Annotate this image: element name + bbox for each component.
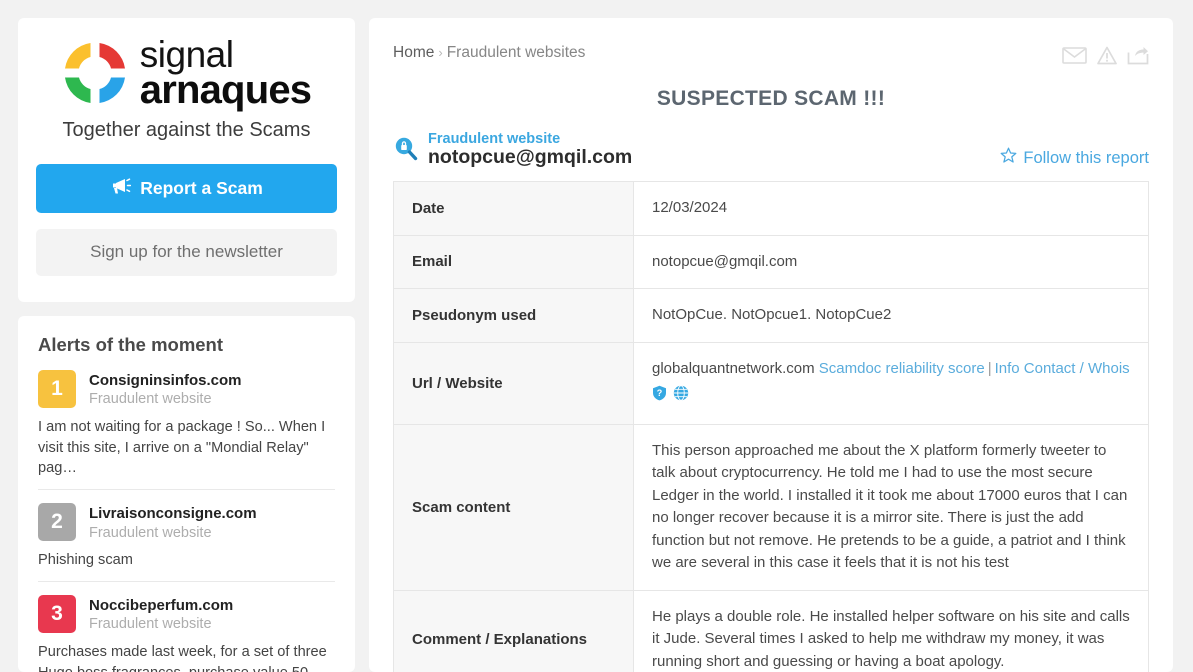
sidebar: signal arnaques Together against the Sca… bbox=[18, 18, 355, 672]
alert-kind-label: Fraudulent website bbox=[89, 391, 212, 408]
alert-site-name: Livraisonconsigne.com bbox=[89, 505, 257, 523]
page-title: SUSPECTED SCAM !!! bbox=[656, 87, 886, 110]
table-row: Date 12/03/2024 bbox=[393, 181, 1149, 236]
newsletter-signup-button[interactable]: Sign up for the newsletter bbox=[36, 228, 337, 276]
breadcrumb: Home › Fraudulent websites bbox=[393, 44, 585, 62]
alerts-title: Alerts of the moment bbox=[38, 333, 224, 355]
table-row: Comment / Explanations He plays a double… bbox=[393, 590, 1149, 672]
globe-icon[interactable] bbox=[673, 385, 689, 409]
website-domain: globalquantnetwork.com bbox=[652, 359, 815, 377]
share-icon[interactable] bbox=[1127, 46, 1149, 65]
signal-arnaques-logo-icon bbox=[62, 40, 128, 106]
report-email-title: notopcue@gmqil.com bbox=[428, 146, 633, 169]
alert-site-name: Noccibeperfum.com bbox=[89, 596, 234, 614]
alert-rank-badge: 2 bbox=[38, 503, 76, 542]
svg-text:?: ? bbox=[657, 388, 663, 398]
follow-report-button[interactable]: Follow this report bbox=[1000, 147, 1149, 169]
url-badge-icons: ? bbox=[652, 385, 1132, 409]
brand-logo: signal arnaques bbox=[36, 34, 337, 113]
star-icon bbox=[1000, 147, 1017, 169]
alert-list-item[interactable]: 1 Consigninsinfos.com Fraudulent website… bbox=[38, 369, 335, 489]
table-value-comment: He plays a double role. He installed hel… bbox=[652, 607, 1130, 670]
alert-description: Purchases made last week, for a set of t… bbox=[38, 643, 327, 672]
info-contact-whois-link[interactable]: Info Contact / Whois bbox=[995, 360, 1130, 377]
main-top-row: Home › Fraudulent websites bbox=[393, 44, 1149, 65]
breadcrumb-home-link[interactable]: Home bbox=[393, 44, 434, 61]
breadcrumb-current: Fraudulent websites bbox=[446, 44, 586, 61]
brand-line-2: arnaques bbox=[139, 68, 312, 113]
alert-kind-label: Fraudulent website bbox=[89, 616, 212, 633]
table-label-email: Email bbox=[393, 235, 634, 289]
brand-line-1: signal bbox=[139, 34, 234, 75]
table-row: Pseudonym used NotOpCue. NotOpcue1. Noto… bbox=[393, 288, 1149, 343]
envelope-icon[interactable] bbox=[1062, 46, 1087, 65]
report-a-scam-label: Report a Scam bbox=[140, 177, 263, 198]
table-value-url: globalquantnetwork.com Scamdoc reliabili… bbox=[634, 342, 1149, 424]
top-action-icons bbox=[1062, 44, 1149, 65]
table-value-pseudonym: NotOpCue. NotOpcue1. NotopCue2 bbox=[652, 306, 892, 324]
main-content: Home › Fraudulent websites SUSPECTED SCA… bbox=[369, 18, 1173, 672]
page-root: signal arnaques Together against the Sca… bbox=[0, 0, 1193, 672]
warning-triangle-icon[interactable] bbox=[1097, 46, 1117, 65]
table-label-comment: Comment / Explanations bbox=[393, 590, 634, 672]
alert-rank-badge: 1 bbox=[38, 369, 76, 408]
scamdoc-reliability-score-link[interactable]: Scamdoc reliability score bbox=[819, 360, 985, 377]
alert-description: I am not waiting for a package ! So... W… bbox=[38, 418, 326, 477]
brand-card: signal arnaques Together against the Sca… bbox=[18, 18, 355, 302]
alert-list-item[interactable]: 2 Livraisonconsigne.com Fraudulent websi… bbox=[38, 489, 335, 581]
megaphone-icon bbox=[110, 176, 132, 200]
table-value-date: 12/03/2024 bbox=[652, 199, 728, 217]
link-separator: | bbox=[987, 359, 992, 377]
report-identity: Fraudulent website notopcue@gmqil.com bbox=[393, 131, 632, 169]
alerts-card: Alerts of the moment 1 Consigninsinfos.c… bbox=[18, 315, 355, 672]
report-kind-label: Fraudulent website bbox=[428, 131, 561, 147]
alert-rank-badge: 3 bbox=[38, 594, 76, 633]
alert-list-item[interactable]: 3 Noccibeperfum.com Fraudulent website P… bbox=[38, 580, 335, 672]
table-label-scam-content: Scam content bbox=[393, 424, 634, 591]
table-row: Scam content This person approached me a… bbox=[393, 424, 1149, 591]
table-label-pseudonym: Pseudonym used bbox=[393, 288, 634, 343]
table-row: Email notopcue@gmqil.com bbox=[393, 235, 1149, 289]
brand-tagline: Together against the Scams bbox=[62, 118, 311, 141]
report-details-table: Date 12/03/2024 Email notopcue@gmqil.com… bbox=[393, 181, 1149, 672]
table-value-scam-content: This person approached me about the X pl… bbox=[652, 441, 1128, 572]
table-label-url: Url / Website bbox=[393, 342, 634, 425]
alert-kind-label: Fraudulent website bbox=[89, 524, 212, 541]
report-a-scam-button[interactable]: Report a Scam bbox=[36, 163, 337, 213]
shield-question-icon[interactable]: ? bbox=[652, 385, 667, 409]
alert-site-name: Consigninsinfos.com bbox=[89, 371, 242, 389]
table-value-email: notopcue@gmqil.com bbox=[652, 252, 798, 270]
magnifier-lock-icon bbox=[393, 135, 419, 166]
brand-wordmark: signal arnaques bbox=[139, 34, 312, 113]
report-header: Fraudulent website notopcue@gmqil.com Fo… bbox=[393, 131, 1149, 175]
alert-description: Phishing scam bbox=[38, 552, 133, 569]
follow-report-label: Follow this report bbox=[1023, 148, 1149, 167]
table-label-date: Date bbox=[393, 181, 634, 236]
table-row: Url / Website globalquantnetwork.com Sca… bbox=[393, 342, 1149, 425]
breadcrumb-separator: › bbox=[438, 45, 443, 60]
